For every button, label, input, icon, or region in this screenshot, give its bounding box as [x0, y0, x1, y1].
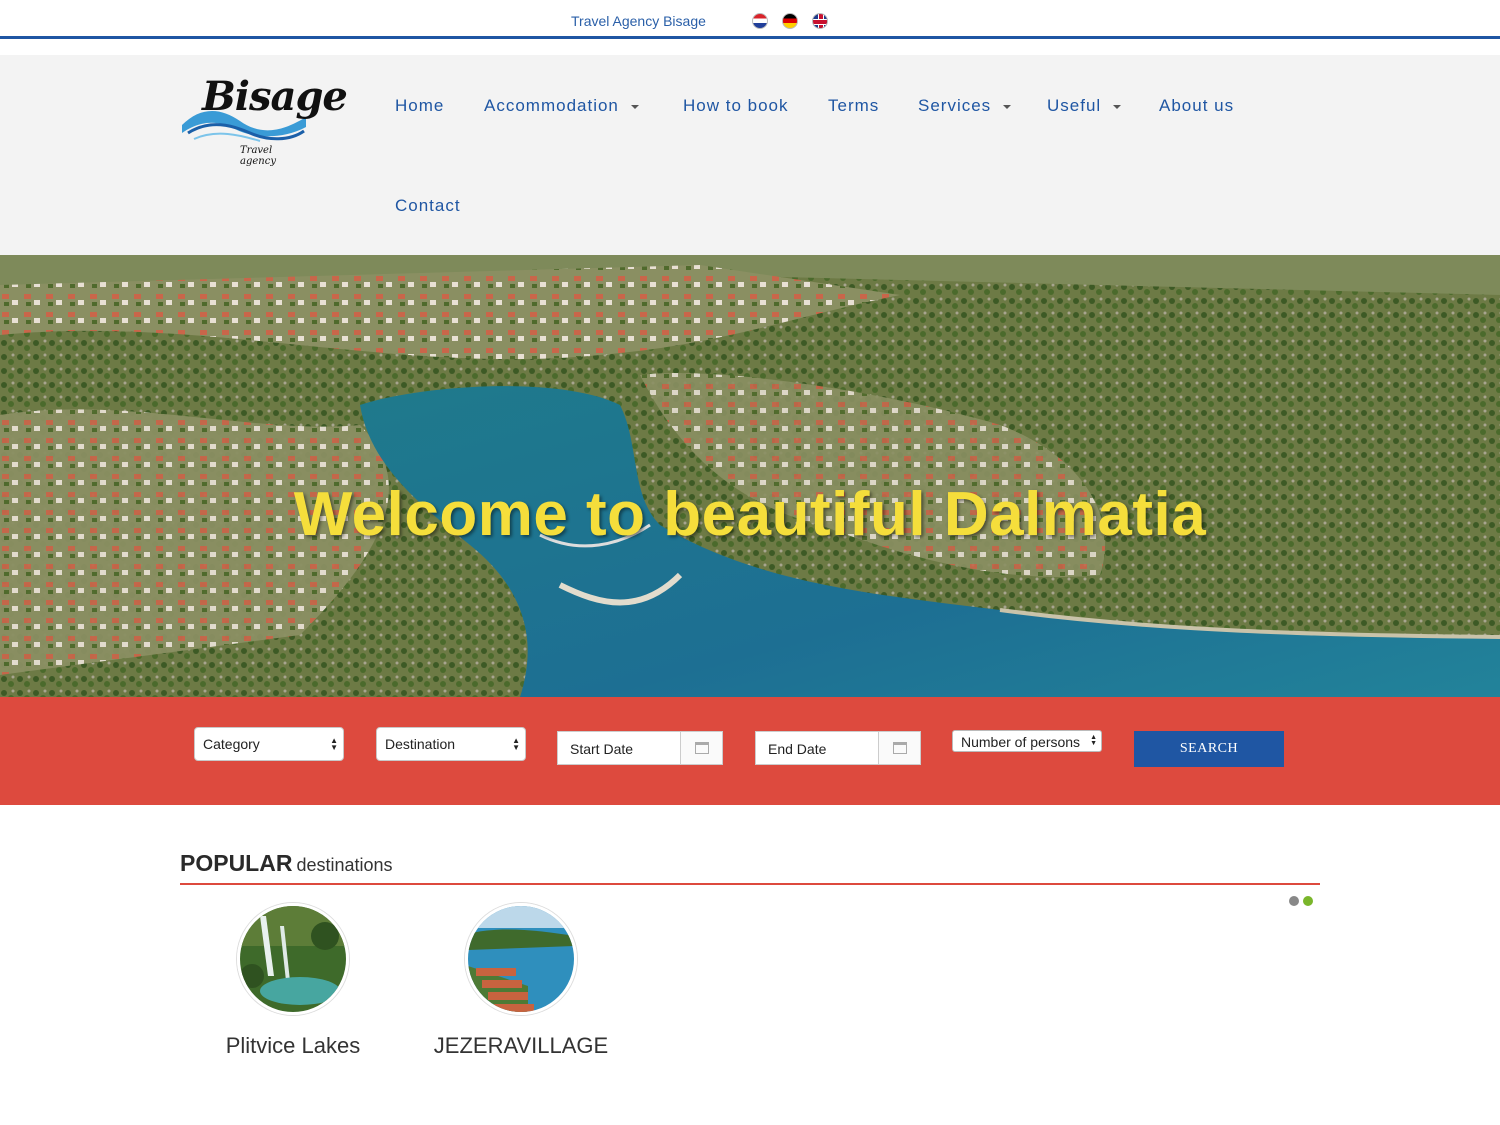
- select-arrows-icon: ▲ ▼: [1090, 734, 1097, 747]
- nav-terms[interactable]: Terms: [828, 96, 879, 116]
- nav-useful-label: Useful: [1047, 96, 1102, 115]
- german-flag-icon[interactable]: [782, 13, 798, 29]
- select-arrows-icon: ▲ ▼: [330, 736, 338, 752]
- calendar-icon[interactable]: [680, 732, 722, 764]
- caret-down-icon: [1113, 104, 1122, 109]
- popular-heading-bold: POPULAR: [180, 850, 293, 876]
- destination-name: Plitvice Lakes: [225, 1033, 361, 1058]
- select-arrows-icon: ▲ ▼: [512, 736, 520, 752]
- nav-how-to-book[interactable]: How to book: [683, 96, 789, 116]
- search-button[interactable]: SEARCH: [1134, 731, 1284, 767]
- calendar-icon[interactable]: [878, 732, 920, 764]
- croatian-flag-icon[interactable]: [752, 13, 768, 29]
- end-date-input[interactable]: End Date: [755, 731, 921, 765]
- top-bar: Travel Agency Bisage: [0, 0, 1500, 39]
- carousel-dot-1[interactable]: [1289, 896, 1299, 906]
- destination-select-label: Destination: [385, 736, 456, 752]
- logo-tagline: Travel agency: [240, 145, 276, 167]
- popular-heading-light: destinations: [296, 855, 393, 875]
- caret-down-icon: [630, 104, 639, 109]
- logo-text: Bisage: [202, 73, 348, 120]
- nav-terms-label: Terms: [828, 96, 880, 115]
- persons-select-label: Number of persons: [961, 734, 1081, 750]
- nav-about-us-label: About us: [1159, 96, 1235, 115]
- jezeravillage-thumbnail: [465, 903, 577, 1015]
- start-date-input[interactable]: Start Date: [557, 731, 723, 765]
- nav-contact-label: Contact: [395, 196, 461, 215]
- plitvice-thumbnail: [237, 903, 349, 1015]
- nav-how-to-book-label: How to book: [683, 96, 789, 115]
- agency-link[interactable]: Travel Agency Bisage: [571, 13, 706, 29]
- category-select[interactable]: Category ▲ ▼: [194, 727, 344, 761]
- hero-aerial-image: [0, 255, 1500, 697]
- bisage-logo[interactable]: Bisage Travel agency: [180, 73, 348, 167]
- english-flag-icon[interactable]: [812, 13, 828, 29]
- destination-card-plitvice[interactable]: Plitvice Lakes: [193, 903, 393, 1059]
- persons-select[interactable]: Number of persons ▲ ▼: [952, 730, 1102, 752]
- search-bar: Category ▲ ▼ Destination ▲ ▼ Start Date En…: [0, 697, 1500, 805]
- carousel-dot-2[interactable]: [1303, 896, 1313, 906]
- nav-home[interactable]: Home: [395, 96, 444, 116]
- site-header: Bisage Travel agency Home Accommodation …: [0, 55, 1500, 255]
- destination-card-jezeravillage[interactable]: JEZERAVILLAGE: [421, 903, 621, 1059]
- category-select-label: Category: [203, 736, 260, 752]
- nav-home-label: Home: [395, 96, 445, 115]
- destination-select[interactable]: Destination ▲ ▼: [376, 727, 526, 761]
- nav-about-us[interactable]: About us: [1159, 96, 1234, 116]
- nav-accommodation-label: Accommodation: [484, 96, 619, 115]
- hero-banner: Welcome to beautiful Dalmatia: [0, 255, 1500, 697]
- start-date-placeholder: Start Date: [570, 741, 634, 757]
- nav-useful[interactable]: Useful: [1047, 96, 1122, 116]
- nav-services-label: Services: [918, 96, 992, 115]
- nav-contact[interactable]: Contact: [395, 196, 461, 216]
- section-divider: [180, 883, 1320, 885]
- nav-accommodation[interactable]: Accommodation: [484, 96, 639, 116]
- destination-name: JEZERAVILLAGE: [433, 1033, 609, 1058]
- nav-services[interactable]: Services: [918, 96, 1012, 116]
- caret-down-icon: [1003, 104, 1012, 109]
- hero-title: Welcome to beautiful Dalmatia: [293, 480, 1207, 549]
- end-date-placeholder: End Date: [768, 741, 827, 757]
- popular-heading: POPULAR destinations: [180, 850, 393, 877]
